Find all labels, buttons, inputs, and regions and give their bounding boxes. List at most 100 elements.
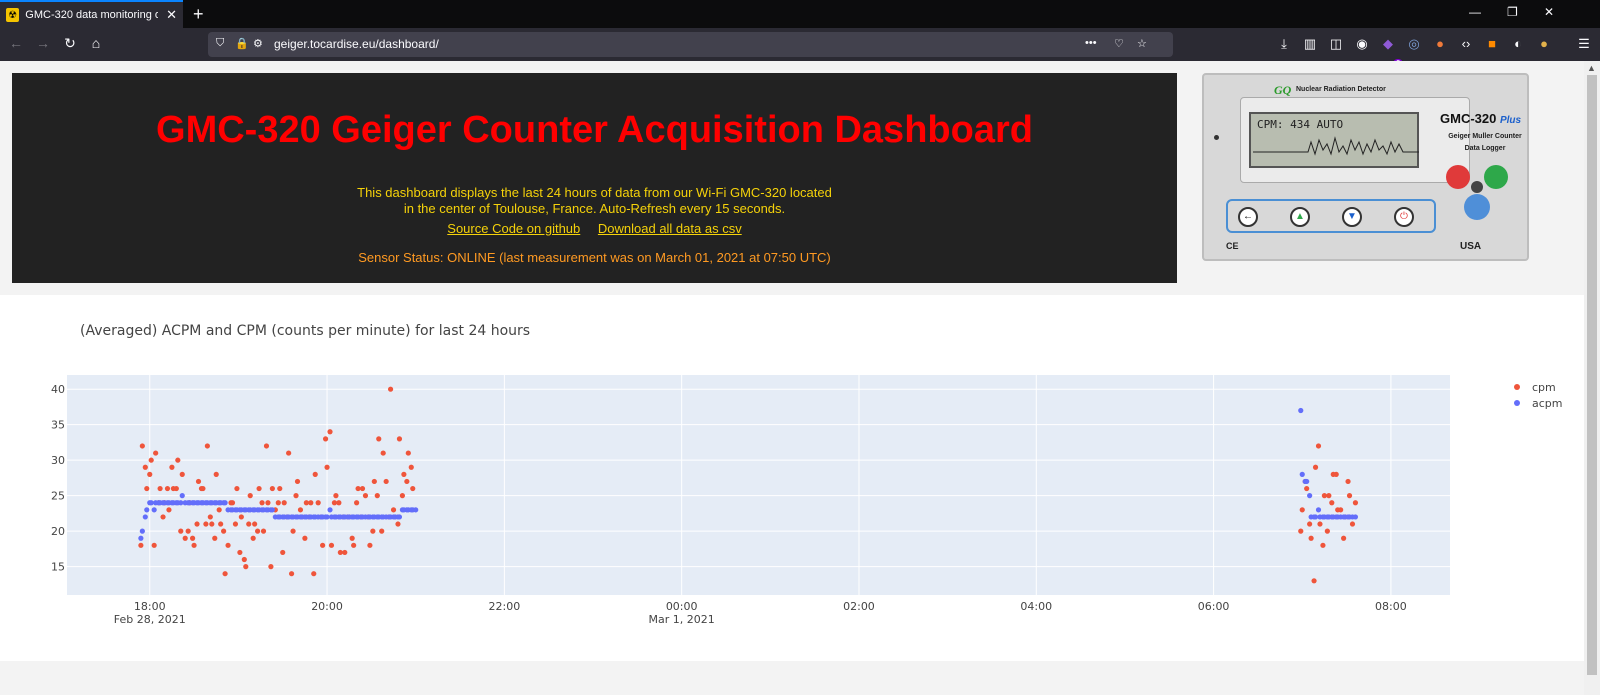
device-arrow-pad — [1446, 165, 1508, 220]
extension-5-icon[interactable]: ◐ — [1509, 36, 1527, 51]
device-buttons: ← ▲ ▼ ⏻ — [1226, 199, 1436, 233]
more-actions-icon[interactable]: ••• — [1085, 37, 1097, 49]
bookmark-star-icon[interactable]: ☆ — [1137, 37, 1147, 50]
data-point-acpm — [1352, 514, 1359, 520]
source-code-link[interactable]: Source Code on github — [447, 221, 580, 236]
extension-2-icon[interactable]: ◎ — [1405, 36, 1423, 52]
data-point-acpm — [178, 500, 184, 506]
data-point-cpm — [144, 485, 150, 492]
tab-bar: ☢ GMC-320 data monitoring on E ✕ + — ❐ ✕ — [0, 0, 1600, 28]
data-point-cpm — [387, 386, 394, 392]
data-point-cpm — [1326, 493, 1332, 499]
data-point-cpm — [252, 521, 258, 527]
dashboard-header: GMC-320 Geiger Counter Acquisition Dashb… — [12, 73, 1177, 283]
data-point-cpm — [275, 500, 281, 506]
menu-icon[interactable]: ☰ — [1575, 36, 1593, 52]
extension-6-icon[interactable]: ● — [1535, 36, 1553, 51]
data-point-cpm — [405, 450, 411, 456]
data-point-acpm — [222, 500, 228, 506]
data-point-cpm — [241, 556, 247, 563]
device-model-plus: Plus — [1499, 115, 1522, 126]
extension-4-icon[interactable]: ■ — [1483, 36, 1501, 51]
y-tick-label: 40 — [51, 383, 65, 396]
home-icon[interactable]: ⌂ — [86, 35, 106, 51]
data-point-cpm — [203, 521, 209, 527]
data-point-cpm — [320, 542, 326, 548]
x-tick-label: 22:00 — [489, 600, 521, 613]
permissions-icon[interactable]: ⚙ — [253, 37, 263, 50]
device-back-icon: ← — [1238, 207, 1258, 227]
data-point-acpm — [324, 514, 330, 520]
y-tick-label: 30 — [51, 454, 65, 467]
extension-icon[interactable]: ◆ — [1379, 36, 1397, 52]
data-point-cpm — [1312, 464, 1319, 470]
reload-icon[interactable]: ↻ — [60, 35, 80, 52]
tab-title: GMC-320 data monitoring on E — [25, 9, 159, 21]
extension-3-icon[interactable]: ● — [1431, 36, 1449, 51]
data-point-cpm — [234, 485, 240, 492]
url-bar[interactable]: ⛉ 🔒 ⚙ geiger.tocardise.eu/dashboard/ •••… — [208, 32, 1173, 57]
data-point-cpm — [157, 485, 163, 492]
pocket-icon[interactable]: ♡ — [1114, 37, 1124, 50]
back-icon[interactable]: ← — [6, 35, 26, 51]
restore-icon[interactable]: ❐ — [1507, 5, 1518, 19]
data-point-cpm — [410, 485, 416, 492]
forward-icon[interactable]: → — [33, 35, 53, 51]
data-point-cpm — [1311, 578, 1317, 584]
close-window-icon[interactable]: ✕ — [1544, 5, 1554, 19]
device-model: GMC-320 Plus — [1440, 111, 1521, 126]
data-point-cpm — [396, 436, 403, 442]
data-point-acpm — [1312, 514, 1319, 520]
data-point-cpm — [362, 493, 369, 499]
plot-area — [67, 375, 1450, 595]
data-point-cpm — [238, 514, 244, 520]
sidebar-icon[interactable]: ◫ — [1327, 36, 1345, 52]
data-point-cpm — [255, 528, 261, 534]
lcd-graph — [1253, 136, 1419, 156]
data-point-cpm — [277, 485, 283, 492]
device-brand: GQ — [1274, 83, 1292, 97]
data-point-acpm — [144, 507, 150, 513]
insecure-lock-icon[interactable]: 🔒 — [235, 37, 249, 50]
download-icon[interactable]: ⤓ — [1275, 36, 1293, 52]
scatter-plot[interactable]: 18:00Feb 28, 2021 20:00 22:00 00:00Mar 1, 2… — [0, 295, 1584, 661]
library-icon[interactable]: ▥ — [1301, 36, 1319, 52]
header-description: This dashboard displays the last 24 hour… — [357, 185, 832, 216]
data-point-cpm — [1352, 500, 1359, 506]
device-model-subtitle: Geiger Muller Counter Data Logger — [1448, 133, 1522, 152]
x-tick-label: 04:00 — [1020, 600, 1052, 613]
legend-item-acpm[interactable]: acpm — [1514, 395, 1563, 411]
x-tick-sublabel: Mar 1, 2021 — [649, 613, 715, 626]
data-point-cpm — [1320, 542, 1326, 548]
download-csv-link[interactable]: Download all data as csv — [598, 221, 742, 236]
data-point-cpm — [315, 500, 321, 506]
x-tick-label: 20:00 — [311, 600, 343, 613]
account-icon[interactable]: ◉ — [1353, 36, 1371, 52]
data-point-acpm — [148, 500, 154, 506]
minimize-icon[interactable]: — — [1469, 5, 1481, 19]
page-scrollbar[interactable]: ▲ — [1584, 61, 1600, 695]
new-tab-icon[interactable]: + — [193, 4, 204, 25]
data-point-cpm — [380, 450, 386, 456]
scroll-thumb[interactable] — [1587, 75, 1597, 675]
url-text[interactable]: geiger.tocardise.eu/dashboard/ — [274, 37, 439, 51]
data-point-cpm — [327, 429, 333, 435]
tab-active[interactable]: ☢ GMC-320 data monitoring on E ✕ — [0, 0, 183, 28]
devtools-icon[interactable]: ‹› — [1457, 36, 1475, 51]
data-point-cpm — [322, 436, 329, 442]
shield-icon[interactable]: ⛉ — [216, 37, 224, 50]
data-point-cpm — [351, 542, 357, 548]
legend-item-cpm[interactable]: cpm — [1514, 379, 1563, 395]
chart-legend[interactable]: cpm acpm — [1514, 379, 1563, 411]
data-point-cpm — [151, 542, 157, 548]
legend-marker — [1514, 400, 1520, 406]
legend-marker — [1514, 384, 1520, 390]
device-led — [1214, 135, 1219, 140]
tab-close-icon[interactable]: ✕ — [166, 7, 177, 23]
page-content: GMC-320 Geiger Counter Acquisition Dashb… — [0, 61, 1584, 695]
data-point-cpm — [324, 464, 330, 470]
data-point-cpm — [371, 478, 377, 485]
data-point-acpm — [413, 507, 419, 513]
legend-label: acpm — [1532, 396, 1563, 410]
scroll-up-icon[interactable]: ▲ — [1587, 63, 1596, 73]
